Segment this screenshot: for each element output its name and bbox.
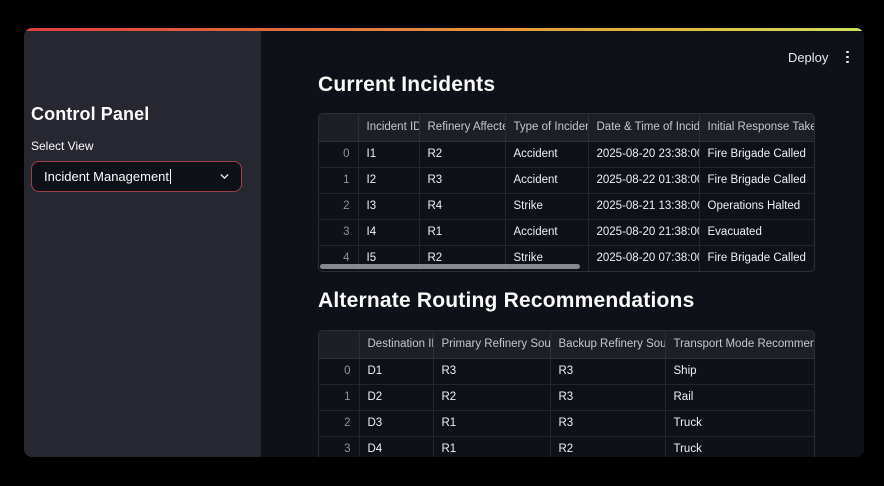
table-cell[interactable]: R3 (550, 384, 665, 410)
header-row: Incident IDRefinery AffectedType of Inci… (319, 114, 814, 141)
table-cell[interactable]: R1 (433, 436, 550, 457)
table-cell[interactable]: Evacuated (699, 219, 814, 245)
table-cell[interactable]: R3 (550, 410, 665, 436)
table-cell[interactable]: R2 (433, 384, 550, 410)
table-row: 3D4R1R2Truck (319, 436, 814, 457)
table-cell[interactable]: I2 (358, 167, 419, 193)
row-index-cell[interactable]: 3 (319, 219, 358, 245)
table-cell[interactable]: Fire Brigade Called (699, 167, 814, 193)
table-cell[interactable]: Accident (505, 141, 588, 167)
table-cell[interactable]: 2025-08-22 01:38:00 (588, 167, 699, 193)
table-cell[interactable]: Fire Brigade Called (699, 245, 814, 271)
deploy-button[interactable]: Deploy (788, 50, 828, 65)
index-column-header[interactable] (319, 331, 359, 358)
table-cell[interactable]: 2025-08-20 23:38:00 (588, 141, 699, 167)
table-cell[interactable]: Rail (665, 384, 814, 410)
row-index-cell[interactable]: 0 (319, 141, 358, 167)
table-cell[interactable]: R3 (433, 358, 550, 384)
column-header[interactable]: Date & Time of Incident (588, 114, 699, 141)
table-cell[interactable]: Accident (505, 167, 588, 193)
table-cell[interactable]: Fire Brigade Called (699, 141, 814, 167)
table-cell[interactable]: R2 (419, 141, 505, 167)
table-cell[interactable]: D1 (359, 358, 433, 384)
section-title: Alternate Routing Recommendations (318, 288, 815, 314)
column-header[interactable]: Primary Refinery Source (433, 331, 550, 358)
table-cell[interactable]: I3 (358, 193, 419, 219)
row-index-cell[interactable]: 3 (319, 436, 359, 457)
chevron-down-icon (218, 170, 231, 183)
table-cell[interactable]: 2025-08-21 13:38:00 (588, 193, 699, 219)
table-cell[interactable]: 2025-08-20 07:38:00 (588, 245, 699, 271)
column-header[interactable]: Destination ID (359, 331, 433, 358)
incidents-table[interactable]: Incident IDRefinery AffectedType of Inci… (318, 113, 815, 272)
column-header[interactable]: Incident ID (358, 114, 419, 141)
row-index-cell[interactable]: 2 (319, 193, 358, 219)
column-header[interactable]: Refinery Affected (419, 114, 505, 141)
table-cell[interactable]: D2 (359, 384, 433, 410)
sidebar-title: Control Panel (31, 104, 149, 125)
screen: { "toolbar": { "deploy_label": "Deploy",… (0, 0, 884, 486)
table-row: 1I2R3Accident2025-08-22 01:38:00Fire Bri… (319, 167, 814, 193)
row-index-cell[interactable]: 0 (319, 358, 359, 384)
column-header[interactable]: Transport Mode Recommendation (665, 331, 814, 358)
section-title: Current Incidents (318, 72, 815, 98)
row-index-cell[interactable]: 2 (319, 410, 359, 436)
table-row: 2I3R4Strike2025-08-21 13:38:00Operations… (319, 193, 814, 219)
table-cell[interactable]: Truck (665, 436, 814, 457)
horizontal-scrollbar[interactable] (320, 264, 580, 269)
table-cell[interactable]: D3 (359, 410, 433, 436)
table-row: 3I4R1Accident2025-08-20 21:38:00Evacuate… (319, 219, 814, 245)
table-row: 2D3R1R3Truck (319, 410, 814, 436)
view-selectbox[interactable]: Incident Management (31, 161, 242, 192)
section-alternate-routing: Alternate Routing Recommendations Destin… (318, 288, 815, 457)
index-column-header[interactable] (319, 114, 358, 141)
table-cell[interactable]: Ship (665, 358, 814, 384)
kebab-menu-icon[interactable] (843, 49, 852, 66)
app-toolbar: Deploy (788, 48, 852, 66)
table-cell[interactable]: R4 (419, 193, 505, 219)
table-cell[interactable]: Strike (505, 193, 588, 219)
sidebar: Control Panel Select View Incident Manag… (24, 31, 261, 457)
table-cell[interactable]: Operations Halted (699, 193, 814, 219)
table-cell[interactable]: D4 (359, 436, 433, 457)
text-cursor (170, 169, 171, 184)
table-cell[interactable]: R3 (419, 167, 505, 193)
table-row: 1D2R2R3Rail (319, 384, 814, 410)
column-header[interactable]: Initial Response Taken (699, 114, 814, 141)
routing-table[interactable]: Destination IDPrimary Refinery SourceBac… (318, 330, 815, 457)
table-row: 0I1R2Accident2025-08-20 23:38:00Fire Bri… (319, 141, 814, 167)
column-header[interactable]: Backup Refinery Source (550, 331, 665, 358)
table-cell[interactable]: Accident (505, 219, 588, 245)
table-cell[interactable]: R2 (550, 436, 665, 457)
row-index-cell[interactable]: 1 (319, 384, 359, 410)
column-header[interactable]: Type of Incident (505, 114, 588, 141)
table-cell[interactable]: R1 (433, 410, 550, 436)
table-cell[interactable]: I1 (358, 141, 419, 167)
table-cell[interactable]: R3 (550, 358, 665, 384)
table-cell[interactable]: 2025-08-20 21:38:00 (588, 219, 699, 245)
table-cell[interactable]: I4 (358, 219, 419, 245)
app-window: Deploy Control Panel Select View Inciden… (24, 28, 864, 457)
table-row: 0D1R3R3Ship (319, 358, 814, 384)
header-row: Destination IDPrimary Refinery SourceBac… (319, 331, 814, 358)
row-index-cell[interactable]: 1 (319, 167, 358, 193)
table-cell[interactable]: R1 (419, 219, 505, 245)
table-cell[interactable]: Truck (665, 410, 814, 436)
section-current-incidents: Current Incidents Incident IDRefinery Af… (318, 72, 815, 272)
select-view-label: Select View (31, 139, 93, 153)
selectbox-value: Incident Management (44, 169, 169, 184)
